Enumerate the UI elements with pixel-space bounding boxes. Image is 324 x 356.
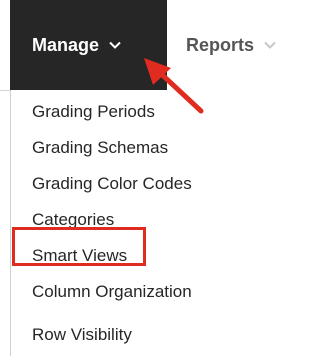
manage-label: Manage (32, 34, 100, 55)
chevron-down-icon (109, 36, 121, 54)
menu-item-grading-color-codes[interactable]: Grading Color Codes (32, 173, 192, 195)
menu-item-grading-schemas[interactable]: Grading Schemas (32, 137, 168, 159)
manage-dropdown-menu: Grading Periods Grading Schemas Grading … (10, 90, 324, 356)
chevron-down-icon (264, 36, 276, 54)
menu-item-row-visibility[interactable]: Row Visibility (32, 324, 132, 346)
menu-item-smart-views[interactable]: Smart Views (32, 245, 127, 267)
reports-label: Reports (186, 34, 255, 55)
menu-item-categories[interactable]: Categories (32, 209, 114, 231)
menu-item-column-organization[interactable]: Column Organization (32, 281, 192, 303)
annotation-arrow-icon (144, 58, 204, 114)
